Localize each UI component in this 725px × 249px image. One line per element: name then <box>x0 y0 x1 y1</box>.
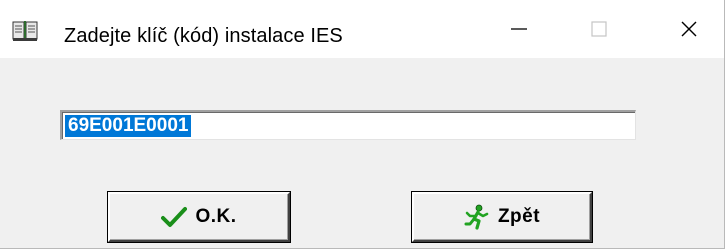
install-key-dialog: Zadejte klíč (kód) instalace IES 69E001E… <box>0 0 725 249</box>
maximize-button[interactable] <box>560 0 638 58</box>
window-title: Zadejte klíč (kód) instalace IES <box>64 25 343 47</box>
ok-button[interactable]: O.K. <box>108 192 290 242</box>
maximize-icon <box>591 21 607 37</box>
minimize-button[interactable] <box>480 0 558 58</box>
install-key-input[interactable]: 69E001E0001 <box>60 110 636 140</box>
running-man-icon <box>464 204 489 230</box>
install-key-value: 69E001E0001 <box>65 115 192 137</box>
close-icon <box>681 21 697 37</box>
minimize-icon <box>511 28 527 30</box>
close-button[interactable] <box>650 0 725 58</box>
checkmark-icon <box>161 207 188 227</box>
book-icon <box>12 21 38 41</box>
title-bar[interactable]: Zadejte klíč (kód) instalace IES <box>0 0 724 58</box>
back-button-label: Zpět <box>497 206 541 227</box>
back-button[interactable]: Zpět <box>412 192 592 242</box>
ok-button-label: O.K. <box>195 206 237 227</box>
